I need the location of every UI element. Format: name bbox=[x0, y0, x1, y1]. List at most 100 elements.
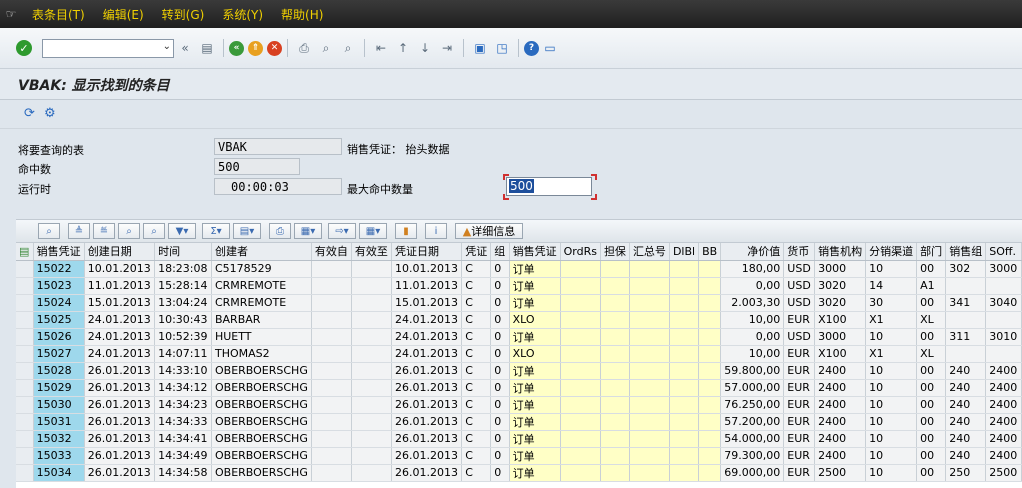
table-cell[interactable]: 0 bbox=[490, 413, 510, 431]
table-cell[interactable] bbox=[351, 447, 393, 465]
find-next-icon[interactable]: ⌕ bbox=[143, 223, 165, 239]
max-hits-input[interactable]: 500 bbox=[506, 177, 592, 196]
table-cell[interactable]: 24.01.2013 bbox=[391, 328, 463, 346]
refresh-icon[interactable]: ⟳ bbox=[24, 106, 35, 121]
select-all-icon[interactable]: ▤ bbox=[16, 243, 34, 261]
table-cell[interactable]: 3000 bbox=[814, 328, 867, 346]
table-cell[interactable] bbox=[600, 447, 630, 465]
table-cell[interactable]: 14:34:23 bbox=[154, 396, 212, 414]
table-cell[interactable]: 2500 bbox=[814, 464, 867, 482]
sort-ascending-icon[interactable]: ≜ bbox=[68, 223, 90, 239]
table-cell[interactable]: 10 bbox=[865, 413, 918, 431]
table-row[interactable]: 15032 26.01.2013 14:34:41 OBERBOERSCHG 26.01… bbox=[16, 430, 1022, 448]
table-cell[interactable]: 00 bbox=[916, 328, 947, 346]
table-cell[interactable]: 订单 bbox=[509, 328, 561, 346]
table-cell[interactable] bbox=[698, 328, 722, 346]
table-cell[interactable] bbox=[351, 396, 393, 414]
row-selector[interactable] bbox=[16, 413, 34, 431]
table-cell[interactable]: C bbox=[461, 277, 492, 295]
information-icon[interactable]: i bbox=[425, 223, 447, 239]
table-cell[interactable]: 240 bbox=[945, 447, 987, 465]
table-cell[interactable]: EUR bbox=[783, 447, 816, 465]
table-cell[interactable] bbox=[311, 311, 352, 329]
table-cell[interactable]: 26.01.2013 bbox=[391, 379, 463, 397]
table-cell[interactable]: 14:34:49 bbox=[154, 447, 212, 465]
table-cell[interactable]: 30 bbox=[865, 294, 918, 312]
menu-system[interactable]: 系统(Y) bbox=[222, 6, 263, 23]
table-cell[interactable]: 10 bbox=[865, 379, 918, 397]
table-cell[interactable] bbox=[560, 413, 601, 431]
table-cell[interactable]: 0 bbox=[490, 379, 510, 397]
table-cell[interactable]: C bbox=[461, 345, 492, 363]
table-cell[interactable]: 24.01.2013 bbox=[84, 311, 156, 329]
table-cell[interactable] bbox=[698, 379, 722, 397]
table-cell[interactable]: C bbox=[461, 447, 492, 465]
table-cell[interactable] bbox=[698, 396, 722, 414]
table-cell[interactable]: 00 bbox=[916, 464, 947, 482]
table-cell[interactable]: 79.300,00 bbox=[720, 447, 785, 465]
table-cell[interactable] bbox=[669, 447, 700, 465]
menu-goto[interactable]: 转到(G) bbox=[162, 6, 205, 23]
table-cell[interactable]: 76.250,00 bbox=[720, 396, 785, 414]
table-cell[interactable]: 0 bbox=[490, 447, 510, 465]
table-cell[interactable]: EUR bbox=[783, 311, 816, 329]
table-cell[interactable] bbox=[629, 294, 670, 312]
table-cell[interactable] bbox=[311, 396, 352, 414]
table-cell[interactable]: 0 bbox=[490, 311, 510, 329]
column-header[interactable]: 销售机构 bbox=[814, 243, 867, 261]
table-cell[interactable] bbox=[600, 328, 630, 346]
table-cell[interactable]: USD bbox=[783, 294, 816, 312]
table-cell[interactable]: 15030 bbox=[33, 396, 85, 414]
table-cell[interactable] bbox=[629, 328, 670, 346]
column-header[interactable]: OrdRs bbox=[560, 243, 601, 261]
cancel-icon[interactable]: ✕ bbox=[267, 40, 282, 56]
table-cell[interactable] bbox=[351, 413, 393, 431]
table-cell[interactable] bbox=[351, 345, 393, 363]
table-cell[interactable] bbox=[669, 311, 700, 329]
enter-check-icon[interactable]: ✓ bbox=[16, 40, 32, 56]
table-cell[interactable] bbox=[629, 430, 670, 448]
table-cell[interactable]: XLO bbox=[509, 311, 561, 329]
table-cell[interactable]: 10:52:39 bbox=[154, 328, 212, 346]
column-header[interactable]: 凭证日期 bbox=[391, 243, 463, 261]
table-cell[interactable] bbox=[600, 345, 630, 363]
table-cell[interactable]: 26.01.2013 bbox=[84, 413, 156, 431]
table-cell[interactable]: EUR bbox=[783, 362, 816, 380]
table-cell[interactable]: X100 bbox=[814, 345, 867, 363]
column-header[interactable]: 销售组 bbox=[945, 243, 987, 261]
graphic-icon[interactable]: ▮ bbox=[395, 223, 417, 239]
table-cell[interactable]: 0 bbox=[490, 362, 510, 380]
table-cell[interactable] bbox=[945, 311, 987, 329]
table-cell[interactable]: 2400 bbox=[985, 413, 1022, 431]
table-cell[interactable]: 2500 bbox=[985, 464, 1022, 482]
table-cell[interactable]: 00 bbox=[916, 413, 947, 431]
table-cell[interactable]: 0 bbox=[490, 396, 510, 414]
table-cell[interactable]: OBERBOERSCHG bbox=[211, 396, 312, 414]
table-cell[interactable]: X1 bbox=[865, 311, 918, 329]
table-cell[interactable] bbox=[311, 345, 352, 363]
table-cell[interactable] bbox=[311, 413, 352, 431]
table-cell[interactable]: EUR bbox=[783, 345, 816, 363]
table-cell[interactable]: EUR bbox=[783, 464, 816, 482]
table-cell[interactable]: OBERBOERSCHG bbox=[211, 464, 312, 482]
table-cell[interactable] bbox=[698, 260, 722, 278]
table-cell[interactable]: OBERBOERSCHG bbox=[211, 447, 312, 465]
row-selector[interactable] bbox=[16, 379, 34, 397]
table-cell[interactable]: 0 bbox=[490, 345, 510, 363]
help-icon[interactable]: ? bbox=[524, 40, 539, 56]
table-cell[interactable] bbox=[560, 277, 601, 295]
table-cell[interactable]: 2400 bbox=[985, 430, 1022, 448]
table-cell[interactable] bbox=[669, 362, 700, 380]
table-cell[interactable] bbox=[560, 362, 601, 380]
table-cell[interactable] bbox=[698, 430, 722, 448]
table-row[interactable]: 15022 10.01.2013 18:23:08 C5178529 10.01.201… bbox=[16, 260, 1022, 278]
zoom-icon[interactable]: ⌕ bbox=[38, 223, 60, 239]
table-cell[interactable] bbox=[351, 464, 393, 482]
table-cell[interactable]: 0,00 bbox=[720, 277, 785, 295]
table-cell[interactable]: 订单 bbox=[509, 260, 561, 278]
table-cell[interactable]: 57.200,00 bbox=[720, 413, 785, 431]
table-cell[interactable]: OBERBOERSCHG bbox=[211, 413, 312, 431]
table-cell[interactable] bbox=[560, 430, 601, 448]
table-cell[interactable]: USD bbox=[783, 260, 816, 278]
new-session-icon[interactable]: ▣ bbox=[471, 39, 489, 57]
